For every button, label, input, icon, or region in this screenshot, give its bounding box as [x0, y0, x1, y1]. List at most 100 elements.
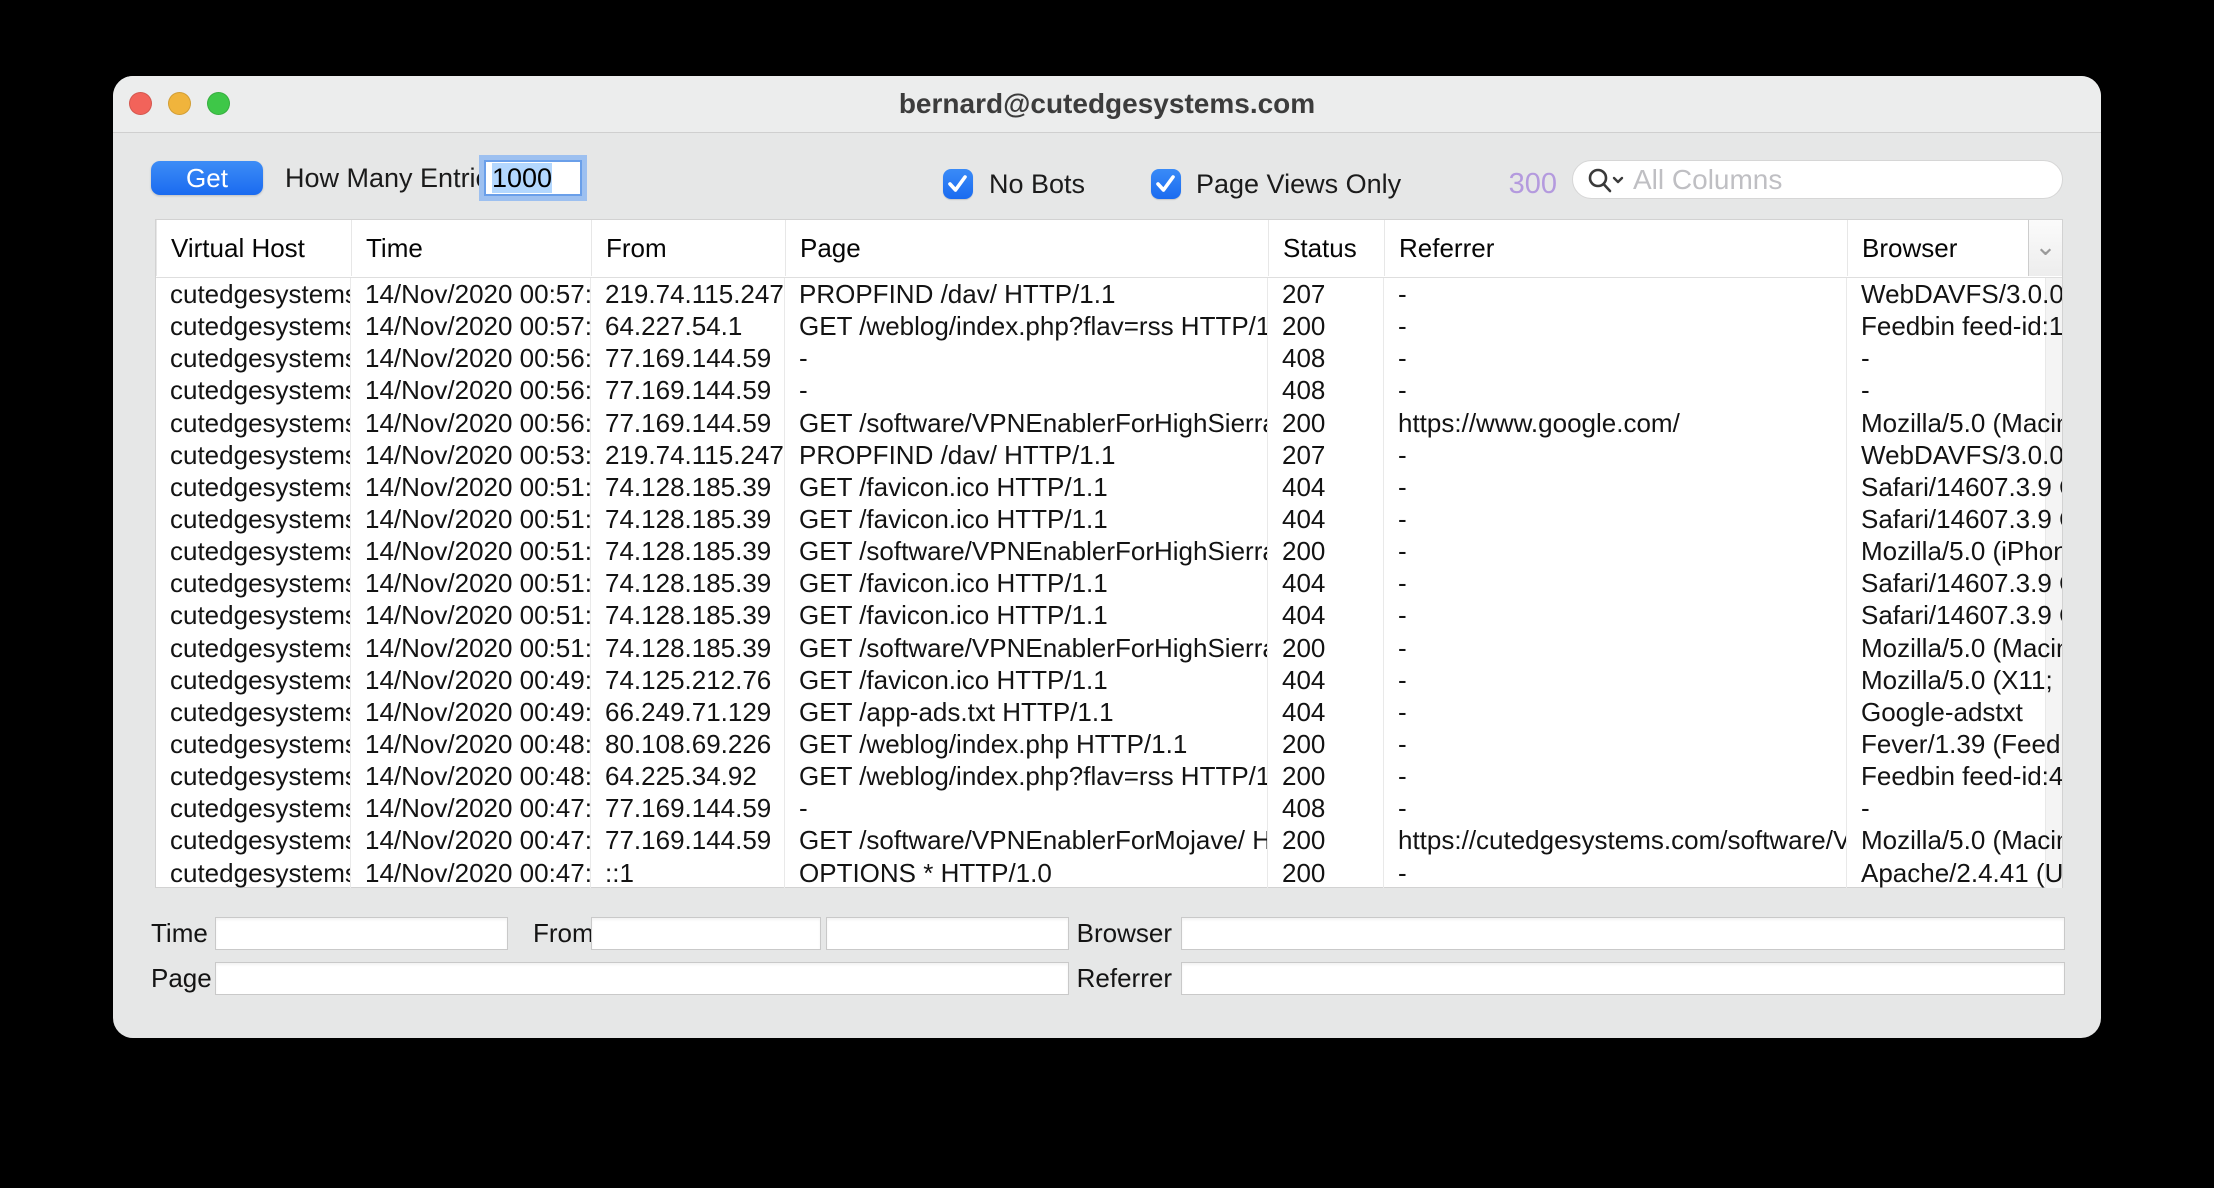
- zoom-button[interactable]: [207, 92, 230, 115]
- table-row[interactable]: cutedgesystems. 14/Nov/2020 00:53:4 219.74…: [156, 438, 2062, 471]
- cell-status: 408: [1268, 342, 1384, 375]
- table-row[interactable]: cutedgesystems.14/Nov/2020 00:47:11::1OP…: [156, 856, 2062, 888]
- cell-page: PROPFIND /dav/ HTTP/1.1: [785, 438, 1268, 471]
- column-header-browser[interactable]: Browser: [1847, 220, 2029, 276]
- search-icon: [1588, 168, 1624, 193]
- table-row[interactable]: cutedgesystems. 14/Nov/2020 00:56:5 77.169…: [156, 342, 2062, 375]
- cell-referrer: https://cutedgesystems.com/software/VPN: [1384, 824, 1847, 857]
- app-window: bernard@cutedgesystems.com Get How Many …: [113, 76, 2101, 1038]
- table-row[interactable]: cutedgesystems. 14/Nov/2020 00:57:0 64.227…: [156, 310, 2062, 343]
- table-row[interactable]: cutedgesystems. 14/Nov/2020 00:57:4 219.74…: [156, 278, 2062, 311]
- cell-status: 404: [1268, 599, 1384, 632]
- column-header-virtual_host[interactable]: Virtual Host: [156, 220, 351, 276]
- cell-time: 14/Nov/2020 00:57:4: [351, 278, 591, 311]
- cell-page: OPTIONS * HTTP/1.0: [785, 856, 1268, 888]
- time-filter-input[interactable]: [215, 917, 508, 950]
- get-button[interactable]: Get: [151, 161, 263, 195]
- cell-page: GET /favicon.ico HTTP/1.1: [785, 567, 1268, 600]
- cell-page: GET /software/VPNEnablerForMojave/ HTTP/…: [785, 824, 1268, 857]
- column-header-status[interactable]: Status: [1268, 220, 1384, 276]
- close-button[interactable]: [129, 92, 152, 115]
- page-filter-input[interactable]: [215, 962, 1069, 995]
- cell-referrer: -: [1384, 567, 1847, 600]
- cell-referrer: -: [1384, 599, 1847, 632]
- cell-status: 200: [1268, 406, 1384, 439]
- column-header-from[interactable]: From: [591, 220, 785, 276]
- table-row[interactable]: cutedgesystems. 14/Nov/2020 00:49:0 66.249…: [156, 695, 2062, 728]
- cell-referrer: -: [1384, 438, 1847, 471]
- cell-from: 66.249.71.129: [591, 695, 785, 728]
- cell-referrer: -: [1384, 727, 1847, 761]
- cell-page: GET /software/VPNEnablerForHighSierra/ H…: [785, 535, 1268, 568]
- cell-status: 404: [1268, 502, 1384, 536]
- table-row[interactable]: cutedgesystems. 14/Nov/2020 00:49:5 74.125…: [156, 663, 2062, 696]
- cell-status: 200: [1268, 760, 1384, 793]
- cell-time: 14/Nov/2020 00:51:3: [351, 599, 591, 632]
- table-row[interactable]: cutedgesystems. 14/Nov/2020 00:51:3 74.128…: [156, 535, 2062, 568]
- cell-browser: -: [1861, 375, 1870, 406]
- titlebar: bernard@cutedgesystems.com: [113, 76, 2101, 133]
- cell-referrer: -: [1384, 631, 1847, 664]
- column-header-time[interactable]: Time: [351, 220, 591, 276]
- browser-filter-input[interactable]: [1181, 917, 2065, 950]
- minimize-button[interactable]: [168, 92, 191, 115]
- cell-status: 404: [1268, 567, 1384, 600]
- cell-from: 74.128.185.39: [591, 631, 785, 664]
- table-header: ⌄ Virtual Host Time From Page Status Referrer…: [156, 220, 2062, 278]
- cell-time: 14/Nov/2020 00:47:3: [351, 792, 591, 825]
- cell-referrer: -: [1384, 374, 1847, 407]
- table-row[interactable]: cutedgesystems. 14/Nov/2020 00:51:3 74.128…: [156, 502, 2062, 536]
- chevron-down-icon: [1612, 176, 1624, 184]
- table-row[interactable]: cutedgesystems. 14/Nov/2020 00:47:3 77.169…: [156, 792, 2062, 825]
- cell-referrer: https://www.google.com/: [1384, 406, 1847, 439]
- column-header-referrer[interactable]: Referrer: [1384, 220, 1847, 276]
- no-bots-checkbox[interactable]: [943, 169, 973, 199]
- referrer-filter-input[interactable]: [1181, 962, 2065, 995]
- cell-virtual_host: cutedgesystems.: [156, 502, 351, 536]
- window-title: bernard@cutedgesystems.com: [898, 88, 1316, 119]
- cell-virtual_host: cutedgesystems.: [156, 535, 351, 568]
- cell-status: 404: [1268, 695, 1384, 728]
- entries-value: 1000: [492, 163, 553, 193]
- table-row[interactable]: cutedgesystems. 14/Nov/2020 00:51:3 74.128…: [156, 631, 2062, 664]
- cell-time: 14/Nov/2020 00:56:3: [351, 406, 591, 439]
- table-row[interactable]: cutedgesystems. 14/Nov/2020 00:51:3 74.128…: [156, 567, 2062, 600]
- cell-from: 64.227.54.1: [591, 310, 785, 343]
- column-options-button[interactable]: ⌄: [2028, 220, 2062, 276]
- cell-referrer: -: [1384, 695, 1847, 728]
- cell-time: 14/Nov/2020 00:53:4: [351, 438, 591, 471]
- search-field[interactable]: [1572, 160, 2063, 199]
- table-row[interactable]: cutedgesystems. 14/Nov/2020 00:56:5 77.169…: [156, 374, 2062, 407]
- entries-input[interactable]: 1000: [484, 160, 582, 196]
- cell-from: 77.169.144.59: [591, 342, 785, 375]
- table-row[interactable]: cutedgesystems. 14/Nov/2020 00:48:0 64.225…: [156, 760, 2062, 793]
- table-row[interactable]: cutedgesystems. 14/Nov/2020 00:56:3 77.169…: [156, 406, 2062, 439]
- from-filter-input-2[interactable]: [826, 917, 1069, 950]
- cell-virtual_host: cutedgesystems.: [156, 760, 351, 793]
- search-input[interactable]: [1631, 161, 2055, 199]
- cell-page: GET /weblog/index.php HTTP/1.1: [785, 727, 1268, 761]
- cell-from: 219.74.115.247: [591, 278, 785, 311]
- cell-virtual_host: cutedgesystems.: [156, 438, 351, 471]
- cell-virtual_host: cutedgesystems.: [156, 567, 351, 600]
- column-header-page[interactable]: Page: [785, 220, 1268, 276]
- cell-status: 200: [1268, 535, 1384, 568]
- cell-virtual_host: cutedgesystems.: [156, 374, 351, 407]
- cell-browser: Safari/14607.3.9 CFN: [1861, 471, 2062, 502]
- cell-status: 404: [1268, 663, 1384, 696]
- cell-virtual_host: cutedgesystems.: [156, 824, 351, 857]
- cell-status: 200: [1268, 631, 1384, 664]
- cell-status: 404: [1268, 470, 1384, 503]
- table-row[interactable]: cutedgesystems. 14/Nov/2020 00:51:4 74.128…: [156, 470, 2062, 503]
- table-row[interactable]: cutedgesystems. 14/Nov/2020 00:48:1 80.108…: [156, 727, 2062, 761]
- table-row[interactable]: cutedgesystems. 14/Nov/2020 00:51:3 74.128…: [156, 599, 2062, 632]
- table-row[interactable]: cutedgesystems. 14/Nov/2020 00:47:2 77.169…: [156, 824, 2062, 857]
- cell-referrer: -: [1384, 470, 1847, 503]
- cell-referrer: -: [1384, 535, 1847, 568]
- cell-time: 14/Nov/2020 00:56:5: [351, 342, 591, 375]
- cell-status: 200: [1268, 310, 1384, 343]
- page-views-only-checkbox[interactable]: [1151, 169, 1181, 199]
- from-filter-input[interactable]: [591, 917, 821, 950]
- cell-time: 14/Nov/2020 00:51:3: [351, 502, 591, 536]
- cell-browser: WebDAVFS/3.0.0 (03: [1861, 279, 2062, 309]
